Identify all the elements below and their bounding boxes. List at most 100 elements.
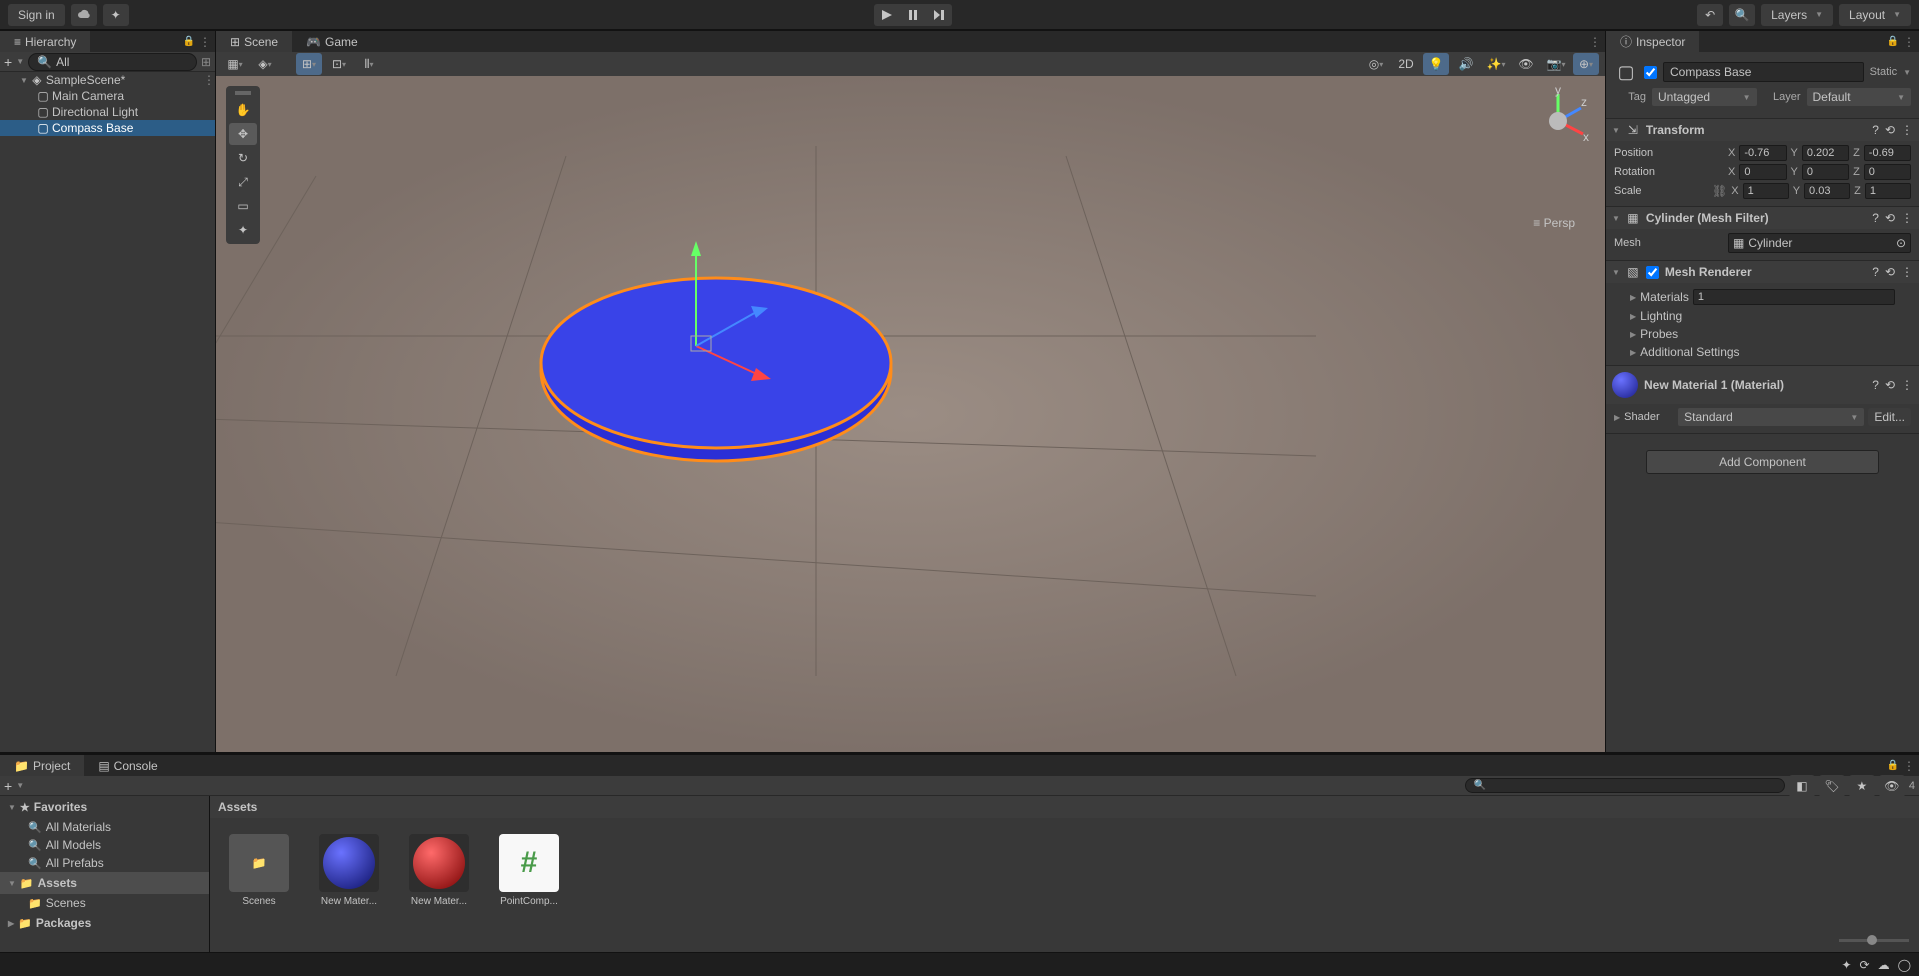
- debug-draw[interactable]: ◎▾: [1363, 53, 1389, 75]
- renderer-enabled[interactable]: [1646, 266, 1659, 279]
- menu-icon[interactable]: ⋮: [1901, 123, 1913, 137]
- add-icon[interactable]: +: [4, 778, 12, 794]
- fav-materials[interactable]: 🔍 All Materials: [0, 818, 209, 836]
- signin-button[interactable]: Sign in: [8, 4, 65, 26]
- hierarchy-search[interactable]: 🔍 All: [28, 53, 197, 71]
- scale-y[interactable]: [1804, 183, 1850, 199]
- picker-icon[interactable]: ⊙: [1896, 236, 1906, 250]
- scene-viewport[interactable]: y x z ≡ Persp ✋ ✥ ↻ ⤢ ▭ ✦: [216, 76, 1605, 752]
- tools-grip[interactable]: [235, 91, 251, 95]
- materials-foldout[interactable]: ▶Materials: [1614, 287, 1911, 307]
- rotate-tool[interactable]: ↻: [229, 147, 257, 169]
- probes-foldout[interactable]: ▶Probes: [1614, 325, 1911, 343]
- panel-menu-icon[interactable]: ⋮: [199, 35, 211, 49]
- layer-dropdown[interactable]: Default▼: [1807, 88, 1912, 106]
- hand-tool[interactable]: ✋: [229, 99, 257, 121]
- camera-toggle[interactable]: 📷▾: [1543, 53, 1569, 75]
- packages-group[interactable]: ▶📁 Packages: [0, 912, 209, 934]
- pos-y[interactable]: [1802, 145, 1849, 161]
- gizmos-toggle[interactable]: ⊕▾: [1573, 53, 1599, 75]
- search-icon[interactable]: 🔍: [1729, 4, 1755, 26]
- menu-icon[interactable]: ⋮: [1901, 378, 1913, 392]
- reset-icon[interactable]: ⟲: [1885, 211, 1895, 225]
- pos-x[interactable]: [1739, 145, 1786, 161]
- panel-menu-icon[interactable]: ⋮: [1903, 35, 1915, 49]
- assets-group[interactable]: ▼📁 Assets: [0, 872, 209, 894]
- scale-z[interactable]: [1865, 183, 1911, 199]
- help-icon[interactable]: ?: [1872, 211, 1879, 225]
- fx-toggle[interactable]: ✨▾: [1483, 53, 1509, 75]
- fav-prefabs[interactable]: 🔍 All Prefabs: [0, 854, 209, 872]
- light-toggle[interactable]: 💡: [1423, 53, 1449, 75]
- undo-history-icon[interactable]: ↶: [1697, 4, 1723, 26]
- collapse-icon[interactable]: ▼: [1612, 268, 1620, 277]
- scale-x[interactable]: [1743, 183, 1789, 199]
- add-icon[interactable]: +: [4, 54, 12, 70]
- scenes-folder[interactable]: 📁 Scenes: [0, 894, 209, 912]
- play-button[interactable]: [874, 4, 900, 26]
- audio-toggle[interactable]: 🔊: [1453, 53, 1479, 75]
- menu-icon[interactable]: ⋮: [1901, 211, 1913, 225]
- settings-icon[interactable]: ✦: [103, 4, 129, 26]
- tool-toggle2[interactable]: ◈▾: [252, 53, 278, 75]
- scene-tab[interactable]: ⊞ Scene: [216, 30, 292, 52]
- step-button[interactable]: [926, 4, 952, 26]
- add-dropdown-icon[interactable]: ▼: [16, 57, 24, 66]
- lock-icon[interactable]: 🔒: [1887, 760, 1899, 771]
- filter-type[interactable]: 🏷: [1819, 775, 1845, 797]
- axis-gizmo[interactable]: y x z: [1523, 86, 1593, 156]
- rot-z[interactable]: [1864, 164, 1911, 180]
- reset-icon[interactable]: ⟲: [1885, 378, 1895, 392]
- hierarchy-item-camera[interactable]: ▢ Main Camera: [0, 88, 215, 104]
- transform-tool[interactable]: ✦: [229, 219, 257, 241]
- materials-count[interactable]: [1693, 289, 1895, 305]
- tag-dropdown[interactable]: Untagged▼: [1652, 88, 1757, 106]
- grid-snap[interactable]: ⊡▾: [326, 53, 352, 75]
- edit-shader-button[interactable]: Edit...: [1868, 408, 1911, 426]
- lock-icon[interactable]: 🔒: [1887, 36, 1899, 47]
- collapse-icon[interactable]: ▼: [1612, 214, 1620, 223]
- hierarchy-item-compass[interactable]: ▢ Compass Base: [0, 120, 215, 136]
- thumbnail-slider[interactable]: [1839, 939, 1909, 942]
- rot-x[interactable]: [1739, 164, 1786, 180]
- shader-dropdown[interactable]: Standard▼: [1678, 408, 1864, 426]
- menu-icon[interactable]: ⋮: [1901, 265, 1913, 279]
- layout-dropdown[interactable]: Layout▼: [1839, 4, 1911, 26]
- inspector-tab[interactable]: ⓘ Inspector: [1606, 30, 1699, 52]
- add-component-button[interactable]: Add Component: [1646, 450, 1879, 474]
- panel-menu-icon[interactable]: ⋮: [1903, 759, 1915, 773]
- link-icon[interactable]: ⛓: [1712, 184, 1727, 198]
- mesh-field[interactable]: ▦ Cylinder ⊙: [1728, 233, 1911, 253]
- toggle-2d[interactable]: 2D: [1393, 53, 1419, 75]
- panel-menu-icon[interactable]: ⋮: [1589, 35, 1601, 49]
- game-tab[interactable]: 🎮 Game: [292, 30, 372, 52]
- reset-icon[interactable]: ⟲: [1885, 123, 1895, 137]
- asset-script[interactable]: # PointComp...: [496, 834, 562, 907]
- transform-gizmo[interactable]: [656, 236, 776, 396]
- scene-node[interactable]: ▼ ◈ SampleScene* ⋮: [0, 72, 215, 88]
- favorites-group[interactable]: ▼★ Favorites: [0, 796, 209, 818]
- scale-tool[interactable]: ⤢: [229, 171, 257, 193]
- scene-menu-icon[interactable]: ⋮: [203, 73, 215, 87]
- layers-dropdown[interactable]: Layers▼: [1761, 4, 1833, 26]
- collapse-icon[interactable]: ▼: [1612, 126, 1620, 135]
- visibility-toggle[interactable]: 👁: [1513, 53, 1539, 75]
- rot-y[interactable]: [1802, 164, 1849, 180]
- help-icon[interactable]: ?: [1872, 265, 1879, 279]
- status-icon[interactable]: ☁: [1878, 958, 1890, 972]
- fav-models[interactable]: 🔍 All Models: [0, 836, 209, 854]
- move-tool[interactable]: ✥: [229, 123, 257, 145]
- pos-z[interactable]: [1864, 145, 1911, 161]
- overlay-toggle[interactable]: ⊞▾: [296, 53, 322, 75]
- add-dropdown-icon[interactable]: ▼: [16, 781, 24, 790]
- status-icon[interactable]: ◯: [1898, 958, 1911, 972]
- material-foldout[interactable]: ▶: [1614, 413, 1620, 422]
- status-icon[interactable]: ✦: [1841, 958, 1851, 972]
- object-name-input[interactable]: [1663, 62, 1864, 82]
- lock-icon[interactable]: 🔒: [183, 36, 195, 47]
- asset-material-blue[interactable]: New Mater...: [316, 834, 382, 907]
- persp-label[interactable]: ≡ Persp: [1533, 216, 1575, 230]
- pause-button[interactable]: [900, 4, 926, 26]
- hierarchy-item-light[interactable]: ▢ Directional Light: [0, 104, 215, 120]
- search-options-icon[interactable]: ⊞: [201, 55, 211, 69]
